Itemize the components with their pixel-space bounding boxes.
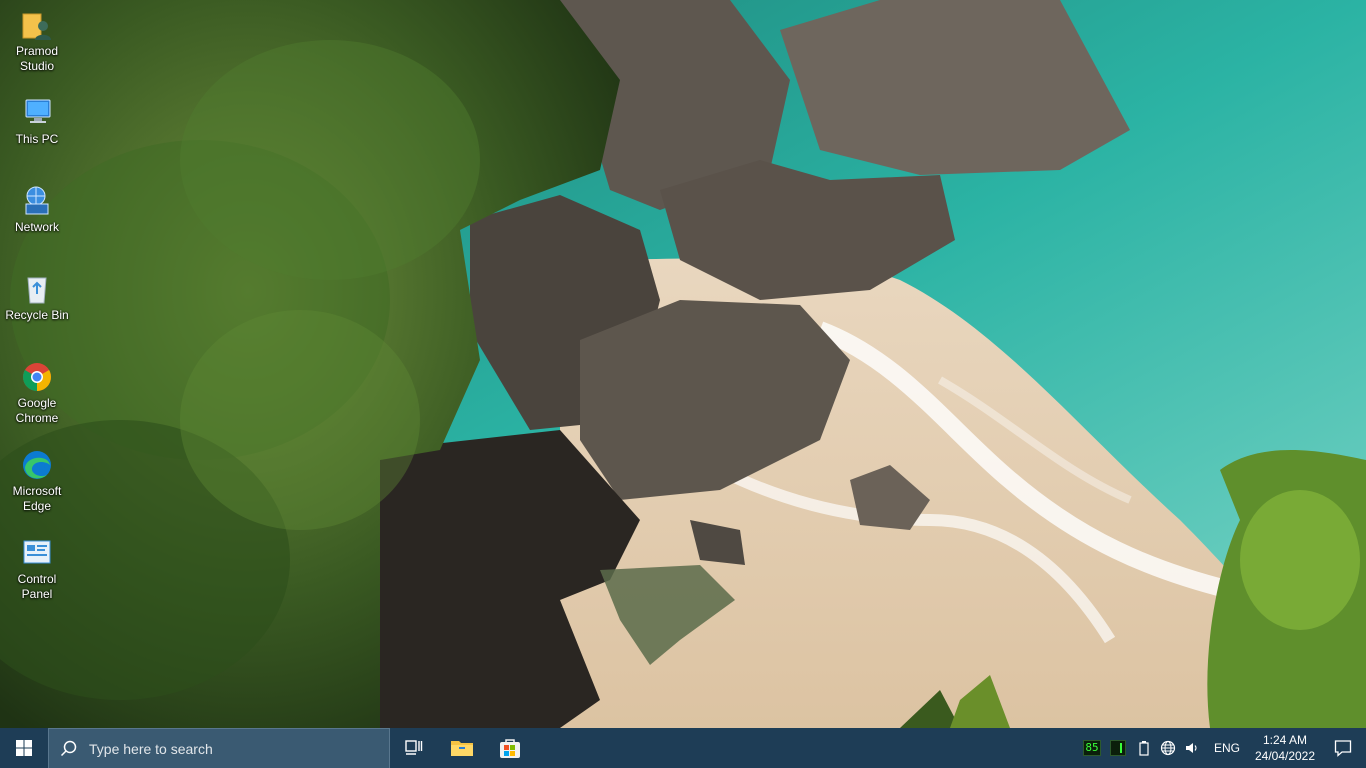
desktop-icon-label: Google Chrome: [15, 396, 59, 425]
wallpaper-beach-image: [0, 0, 1366, 728]
globe-icon: [1160, 740, 1176, 756]
network-status-button[interactable]: [1156, 728, 1180, 768]
desktop-icon-label: Pramod Studio: [15, 44, 59, 73]
desktop: Pramod Studio This PC Network Recycle Bi…: [0, 0, 1366, 728]
desktop-icon-label: Network: [14, 220, 59, 234]
tray-meter-value: 85: [1082, 740, 1101, 756]
tray-meter-widget-2[interactable]: [1104, 728, 1132, 768]
desktop-icon-pramod-studio[interactable]: Pramod Studio: [2, 8, 72, 74]
system-tray: 85 ENG 1:24 AM 24/04/2022: [1080, 728, 1366, 768]
desktop-icon-microsoft-edge[interactable]: Microsoft Edge: [2, 448, 72, 514]
clock[interactable]: 1:24 AM 24/04/2022: [1250, 728, 1320, 768]
desktop-icon-control-panel[interactable]: Control Panel: [2, 536, 72, 602]
desktop-icon-label: Control Panel: [17, 572, 57, 601]
folder-icon: [451, 741, 473, 756]
search-placeholder: Type here to search: [89, 740, 213, 757]
desktop-icon-label: Microsoft Edge: [12, 484, 62, 513]
user-folder-icon: [22, 13, 51, 40]
computer-icon: [25, 99, 51, 123]
recycle-bin-icon: [27, 277, 47, 304]
notification-center-button[interactable]: [1320, 728, 1366, 768]
tray-meter-widget[interactable]: 85: [1080, 728, 1104, 768]
taskbar: Type here to search 85 ENG 1:24 AM 24/04…: [0, 728, 1366, 768]
start-button[interactable]: [0, 728, 48, 768]
speaker-icon: [1185, 743, 1197, 753]
battery-button[interactable]: [1132, 728, 1156, 768]
control-panel-icon: [23, 540, 51, 564]
volume-button[interactable]: [1180, 728, 1204, 768]
chrome-icon: [23, 363, 51, 391]
search-icon: [49, 740, 89, 758]
language-indicator[interactable]: ENG: [1204, 728, 1250, 768]
desktop-icon-google-chrome[interactable]: Google Chrome: [2, 360, 72, 426]
task-view-button[interactable]: [390, 728, 438, 768]
taskbar-search-box[interactable]: Type here to search: [48, 728, 390, 768]
battery-plug-icon: [1139, 741, 1149, 756]
desktop-icon-recycle-bin[interactable]: Recycle Bin: [2, 272, 72, 323]
windows-logo-icon: [16, 740, 32, 756]
clock-time: 1:24 AM: [1262, 733, 1308, 747]
task-view-icon: [405, 740, 423, 755]
notification-icon: [1334, 740, 1352, 757]
store-icon: [500, 739, 520, 758]
edge-icon: [23, 451, 51, 479]
desktop-icon-this-pc[interactable]: This PC: [2, 96, 72, 147]
network-icon: [25, 186, 49, 215]
desktop-icon-network[interactable]: Network: [2, 184, 72, 235]
clock-date: 24/04/2022: [1254, 749, 1316, 763]
microsoft-store-button[interactable]: [486, 728, 534, 768]
desktop-icon-label: This PC: [15, 132, 59, 146]
file-explorer-button[interactable]: [438, 728, 486, 768]
tray-meter-bar-icon: [1109, 740, 1126, 756]
desktop-icon-label: Recycle Bin: [5, 308, 69, 322]
